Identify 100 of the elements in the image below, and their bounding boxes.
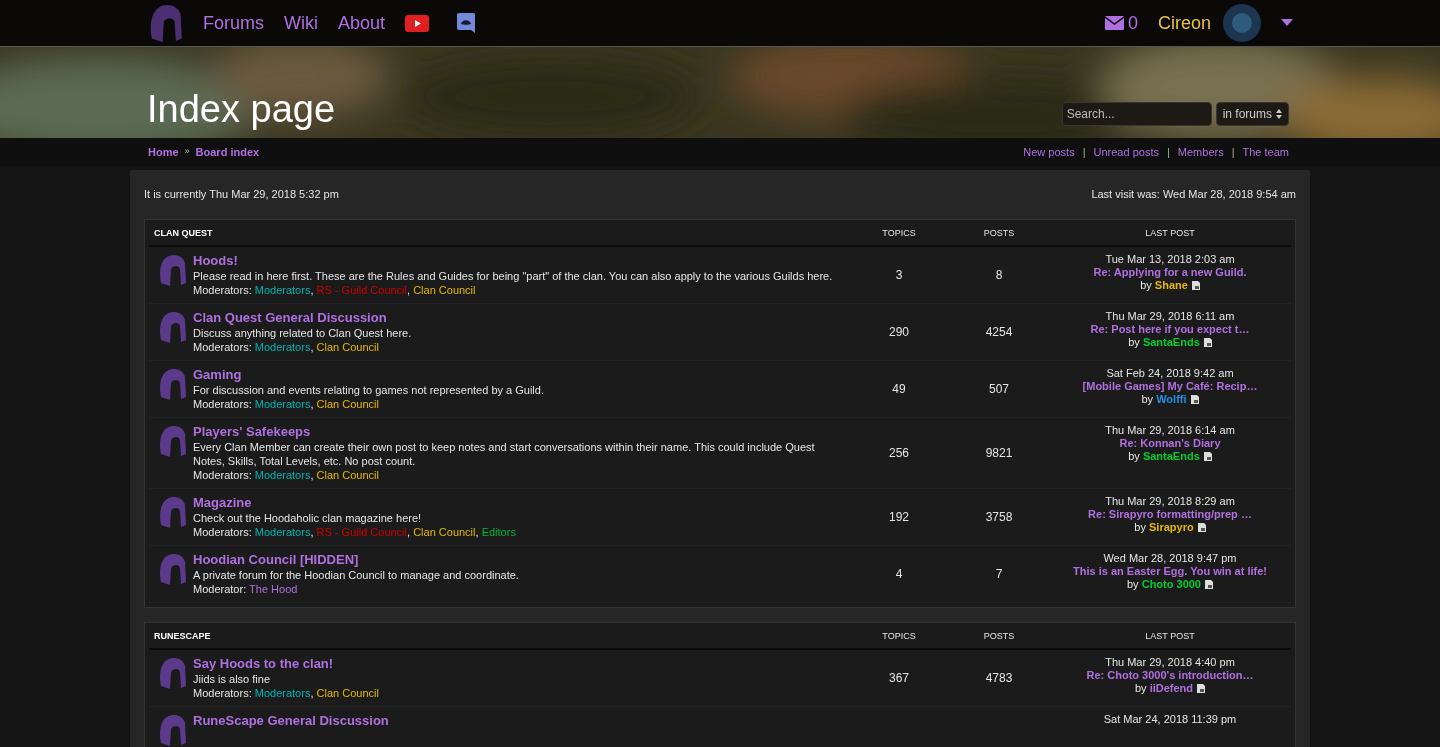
last-post-author-line: by Wolffi xyxy=(1141,392,1199,406)
topics-count: 49 xyxy=(892,381,906,396)
posts-count: 3758 xyxy=(985,509,1013,524)
topics-count: 367 xyxy=(889,670,909,685)
column-header: POSTS xyxy=(982,227,1016,241)
forum-description: Discuss anything related to Clan Quest here. xyxy=(193,325,412,340)
breadcrumb-link[interactable]: Board index xyxy=(195,143,260,161)
moderators-line: Moderators: Moderators, Clan Council xyxy=(193,467,380,482)
moderators-line: Moderators: Moderators, RS - Guild Council, Clan Council xyxy=(193,282,477,297)
forum-description: Every Clan Member can create their own post to keep notes and start conversations within their name. This could include Quest Notes, Skills, Total Levels, etc. No post count. xyxy=(193,439,816,468)
author-link[interactable]: Shane xyxy=(1154,278,1188,291)
last-post-subject[interactable]: Re: Choto 3000's introduction… xyxy=(1086,668,1254,682)
author-link[interactable]: SantaEnds xyxy=(1142,335,1200,348)
nav-link[interactable]: Wiki xyxy=(284,9,318,37)
view-post-icon[interactable] xyxy=(1197,523,1206,533)
forum-description: Jiids is also fine xyxy=(193,671,272,686)
quick-link[interactable]: The team xyxy=(1242,143,1289,161)
author-link[interactable]: SantaEnds xyxy=(1142,449,1200,462)
forum-description: Check out the Hoodaholic clan magazine here! xyxy=(193,510,423,525)
view-post-icon[interactable] xyxy=(1190,395,1199,405)
moderator-group-link[interactable]: Clan Council xyxy=(316,468,379,481)
forum-title[interactable]: Clan Quest General Discussion xyxy=(193,309,387,326)
column-header: POSTS xyxy=(982,630,1016,644)
moderator-group-link[interactable]: Clan Council xyxy=(413,525,476,538)
hood-icon xyxy=(157,366,187,401)
hood-icon xyxy=(157,423,187,458)
view-post-icon[interactable] xyxy=(1191,281,1200,291)
last-post-subject[interactable]: This is an Easter Egg. You win at life! xyxy=(1073,564,1267,578)
column-header: LAST POST xyxy=(1144,227,1196,241)
forum-title[interactable]: Magazine xyxy=(193,494,252,511)
author-link[interactable]: iiDefend xyxy=(1149,681,1194,694)
column-header: TOPICS xyxy=(881,227,917,241)
moderators-line: Moderators: Moderators, RS - Guild Council, Clan Council, Editors xyxy=(193,524,516,539)
last-post-author-line: by Shane xyxy=(1140,278,1200,292)
posts-count: 8 xyxy=(995,267,1003,282)
avatar-icon[interactable] xyxy=(1223,4,1261,42)
posts-count: 9821 xyxy=(985,445,1013,460)
forum-title[interactable]: Players' Safekeeps xyxy=(193,423,311,440)
nav-link[interactable]: Forums xyxy=(203,9,264,37)
last-post-date: Wed Mar 28, 2018 9:47 pm xyxy=(1103,551,1237,565)
link-separator: | xyxy=(1166,144,1170,160)
last-post-date: Sat Feb 24, 2018 9:42 am xyxy=(1106,366,1234,380)
moderator-group-link[interactable]: RS - Guild Council xyxy=(316,525,407,538)
view-post-icon[interactable] xyxy=(1205,580,1213,590)
forum-title[interactable]: Hoods! xyxy=(193,252,238,269)
discord-icon[interactable] xyxy=(457,13,476,33)
view-post-icon[interactable] xyxy=(1203,338,1212,348)
messages-link[interactable]: 0 xyxy=(1104,9,1138,37)
hood-icon xyxy=(157,252,187,287)
hood-icon xyxy=(157,494,187,529)
moderators-line: Moderators: Moderators, Clan Council xyxy=(193,396,380,411)
moderator-group-link[interactable]: The Hood xyxy=(249,582,298,595)
last-post-author-line: by iiDefend xyxy=(1134,681,1206,695)
moderator-group-link[interactable]: RS - Guild Council xyxy=(316,283,407,296)
forum-title[interactable]: Gaming xyxy=(193,366,242,383)
last-post-subject[interactable]: Re: Applying for a new Guild. xyxy=(1093,265,1247,279)
author-link[interactable]: Choto 3000 xyxy=(1141,577,1201,590)
posts-count: 4783 xyxy=(985,670,1013,685)
moderator-group-link[interactable]: Clan Council xyxy=(413,283,476,296)
author-link[interactable]: Sirapyro xyxy=(1149,520,1194,533)
author-link[interactable]: Wolffi xyxy=(1156,392,1187,405)
moderator-group-link[interactable]: Editors xyxy=(481,525,516,538)
breadcrumb-link[interactable]: Home xyxy=(148,143,179,161)
youtube-icon[interactable] xyxy=(405,14,430,32)
last-post-subject[interactable]: [Mobile Games] My Café: Recip… xyxy=(1082,379,1258,393)
nav-link[interactable]: About xyxy=(338,9,386,37)
view-post-icon[interactable] xyxy=(1197,684,1206,694)
username-link[interactable]: Cireon xyxy=(1157,9,1211,37)
quick-link[interactable]: New posts xyxy=(1023,143,1075,161)
last-post-date: Tue Mar 13, 2018 2:03 am xyxy=(1105,252,1235,266)
last-post-subject[interactable]: Re: Post here if you expect t… xyxy=(1090,322,1250,336)
forum-description: Please read in here first. These are the Rules and Guides for being "part" of the clan. You can also apply to the various Guilds here. xyxy=(193,268,833,283)
last-post-subject[interactable]: Re: Sirapyro formatting/prep … xyxy=(1088,507,1252,521)
last-post-date: Thu Mar 29, 2018 4:40 pm xyxy=(1105,655,1235,669)
forum-title[interactable]: Hoodian Council [HIDDEN] xyxy=(193,551,359,568)
forum-title[interactable]: RuneScape General Discussion xyxy=(193,712,389,729)
topics-count: 4 xyxy=(895,566,903,581)
topics-count: 290 xyxy=(889,324,909,339)
moderator-group-link[interactable]: Clan Council xyxy=(316,340,379,353)
posts-count: 507 xyxy=(989,381,1009,396)
page-title: Index page xyxy=(147,87,336,132)
last-visit: Last visit was: Wed Mar 28, 2018 9:54 am xyxy=(1091,187,1296,202)
forum-title[interactable]: Say Hoods to the clan! xyxy=(193,655,334,672)
link-separator: | xyxy=(1231,144,1235,160)
caret-icon[interactable] xyxy=(1281,19,1293,27)
last-post-author-line: by SantaEnds xyxy=(1128,335,1212,349)
quick-link[interactable]: Members xyxy=(1177,143,1224,161)
last-post-author-line: by SantaEnds xyxy=(1128,449,1212,463)
search-scope-select[interactable]: in forums xyxy=(1215,102,1289,126)
view-post-icon[interactable] xyxy=(1203,452,1212,462)
moderators-line: Moderators: Moderators, Clan Council xyxy=(193,685,379,700)
last-post-subject[interactable]: Re: Konnan's Diary xyxy=(1119,436,1221,450)
moderator-group-link[interactable]: Clan Council xyxy=(316,397,379,410)
topics-count: 3 xyxy=(895,267,903,282)
search-field[interactable]: Search... xyxy=(1061,102,1212,126)
hood-icon xyxy=(157,551,187,586)
hood-icon xyxy=(157,309,187,344)
moderator-group-link[interactable]: Clan Council xyxy=(316,686,379,699)
quick-link[interactable]: Unread posts xyxy=(1093,143,1159,161)
forum-description: A private forum for the Hoodian Council to manage and coordinate. xyxy=(193,567,519,582)
